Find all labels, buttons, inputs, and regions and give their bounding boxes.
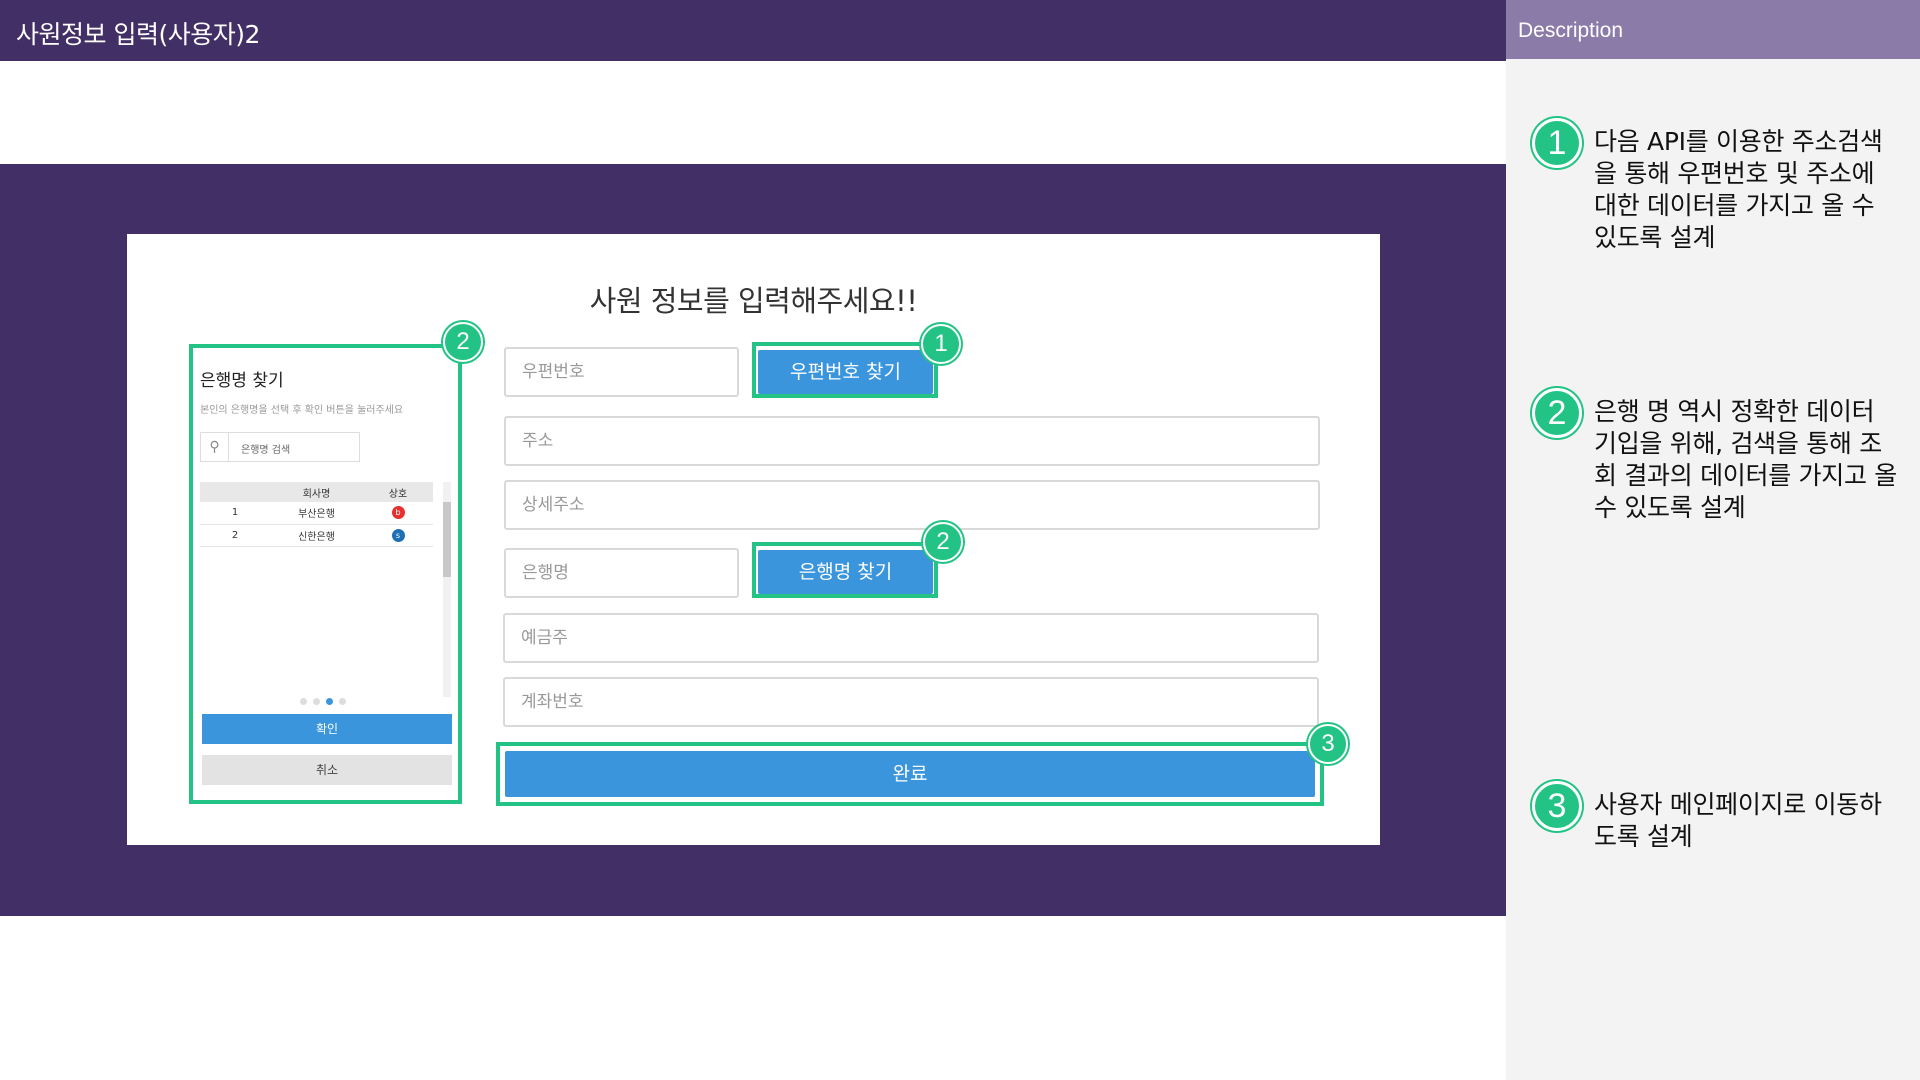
page-title: 사원정보 입력(사용자)2: [16, 20, 260, 49]
description-number-1: 1: [1532, 118, 1582, 168]
description-text-1: 다음 API를 이용한 주소검색을 통해 우편번호 및 주소에 대한 데이터를 …: [1594, 127, 1883, 252]
badge-2-modal: 2: [443, 322, 483, 362]
description-text-2: 은행 명 역시 정확한 데이터 기입을 위해, 검색을 통해 조회 결과의 데이…: [1594, 397, 1897, 522]
description-panel: Description 1 다음 API를 이용한 주소검색을 통해 우편번호 …: [1506, 0, 1920, 1080]
description-number-3: 3: [1532, 781, 1582, 831]
bank-name-input[interactable]: 은행명: [504, 548, 739, 598]
address-input[interactable]: 주소: [504, 416, 1320, 466]
form-title: 사원 정보를 입력해주세요!!: [589, 284, 918, 318]
highlight-box-2-modal: [189, 344, 462, 804]
zipcode-input[interactable]: 우편번호: [504, 347, 739, 397]
account-number-input[interactable]: 계좌번호: [503, 677, 1319, 727]
header-bar: 사원정보 입력(사용자)2: [0, 0, 1506, 61]
form-canvas: 사원 정보를 입력해주세요!! 은행명 찾기 본인의 은행명을 선택 후 확인 …: [127, 234, 1380, 845]
highlight-box-1: [752, 342, 938, 398]
account-holder-input[interactable]: 예금주: [503, 613, 1319, 663]
highlight-box-3: [496, 742, 1324, 806]
badge-1: 1: [921, 324, 961, 364]
highlight-box-2: [752, 542, 938, 598]
badge-2: 2: [923, 522, 963, 562]
description-number-2: 2: [1532, 388, 1582, 438]
description-text-3: 사용자 메인페이지로 이동하도록 설계: [1594, 790, 1882, 851]
badge-3: 3: [1308, 724, 1348, 764]
description-heading: Description: [1506, 0, 1920, 59]
detail-address-input[interactable]: 상세주소: [504, 480, 1320, 530]
